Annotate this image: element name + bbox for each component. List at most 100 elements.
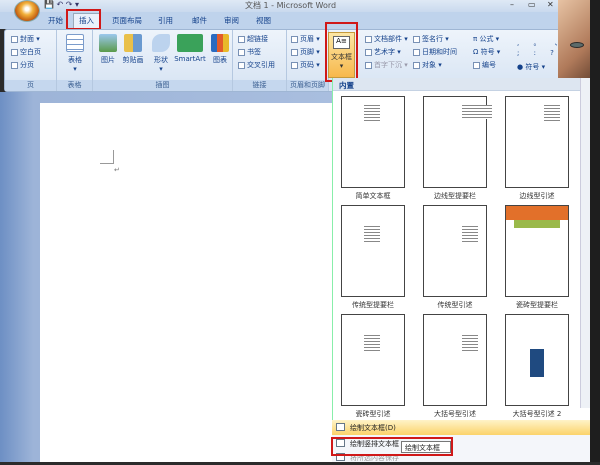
gallery-item-label: 瓷砖型引述 <box>355 410 391 418</box>
drop-cap-icon <box>365 61 372 69</box>
page-number-button[interactable]: 页码 ▾ <box>291 60 320 70</box>
wordart-icon <box>365 48 372 56</box>
margin-corner-mark <box>100 150 114 164</box>
group-illustrations: 图片 剪贴画 形状 ▾ SmartArt 图表 插图 <box>93 30 233 91</box>
gallery-item-thumbnail[interactable] <box>423 96 492 188</box>
group-pages: 封面 ▾ 空白页 分页 页 <box>5 30 57 91</box>
document-page[interactable] <box>40 103 332 462</box>
gallery-item-thumbnail[interactable] <box>423 314 487 406</box>
gallery-item-label: 大括号型引述 <box>434 410 476 418</box>
table-button[interactable]: 表格 ▾ <box>63 34 87 73</box>
screen-edge <box>590 0 600 462</box>
signature-line-button[interactable]: 签名行 ▾ <box>413 34 449 44</box>
gallery-item-label: 传统型引述 <box>437 301 473 309</box>
tab-home[interactable]: 开始 <box>48 15 63 26</box>
gallery-item-thumbnail[interactable] <box>505 314 569 406</box>
gallery-item-label: 边线型引述 <box>519 192 555 200</box>
footer-icon <box>291 48 298 56</box>
symbol-button[interactable]: Ω 符号 ▾ <box>473 47 500 57</box>
tooltip: 绘制文本框 <box>401 441 451 453</box>
gallery-item-label: 边线型提要栏 <box>434 192 476 200</box>
picture-icon <box>99 34 117 52</box>
group-links: 超链接 书签 交叉引用 链接 <box>233 30 287 91</box>
gallery-item-label: 传统型提要栏 <box>352 301 394 309</box>
numbering-icon <box>473 61 480 69</box>
gallery-header: 内置 <box>333 78 590 91</box>
cross-reference-icon <box>238 61 245 69</box>
page-break-icon <box>11 61 18 69</box>
tab-review[interactable]: 审阅 <box>224 15 239 26</box>
clipart-icon <box>124 34 142 52</box>
table-icon <box>66 34 84 52</box>
page-break-button[interactable]: 分页 <box>11 60 34 70</box>
drop-cap-button[interactable]: 首字下沉 ▾ <box>365 60 408 70</box>
hyperlink-button[interactable]: 超链接 <box>238 34 268 44</box>
blank-page-icon <box>11 48 18 56</box>
cross-reference-button[interactable]: 交叉引用 <box>238 60 275 70</box>
gallery-item-thumbnail[interactable] <box>341 314 405 406</box>
draw-textbox-icon <box>336 423 345 431</box>
cover-icon <box>11 35 18 43</box>
page-number-icon <box>291 61 298 69</box>
equation-button[interactable]: π 公式 ▾ <box>473 34 499 44</box>
gallery-item-thumbnail[interactable] <box>341 205 405 297</box>
smartart-icon <box>177 34 203 52</box>
hyperlink-icon <box>238 35 245 43</box>
office-button[interactable] <box>14 0 40 22</box>
gallery-item-thumbnail[interactable] <box>505 96 569 188</box>
minimize-button[interactable]: – <box>510 0 514 9</box>
omega-icon: Ω <box>473 48 481 56</box>
picture-button[interactable]: 图片 <box>97 34 119 65</box>
header-icon <box>291 35 298 43</box>
quick-parts-button[interactable]: 文档部件 ▾ <box>365 34 408 44</box>
gallery-item-thumbnail[interactable] <box>505 205 569 297</box>
gallery-item-thumbnail[interactable] <box>423 205 487 297</box>
paragraph-mark: ↵ <box>114 166 120 174</box>
group-label: 链接 <box>233 80 286 91</box>
tab-page-layout[interactable]: 页面布局 <box>112 15 142 26</box>
gallery-item-thumbnail[interactable] <box>341 96 405 188</box>
bookmark-icon <box>238 48 245 56</box>
tab-mailings[interactable]: 邮件 <box>192 15 207 26</box>
textbox-highlight <box>325 22 358 82</box>
group-label: 页 <box>5 80 56 91</box>
chart-icon <box>211 34 229 52</box>
numbering-button[interactable]: 编号 <box>473 60 496 70</box>
insert-tab-highlight <box>66 9 101 30</box>
special-symbol-button[interactable]: ● 符号 ▾ <box>517 62 545 72</box>
gallery-item-label: 瓷砖型提要栏 <box>516 301 558 309</box>
group-label: 表格 <box>57 80 92 91</box>
object-button[interactable]: 对象 ▾ <box>413 60 442 70</box>
quick-parts-icon <box>365 35 372 43</box>
date-time-icon <box>413 48 420 56</box>
wordart-button[interactable]: 艺术字 ▾ <box>365 47 401 57</box>
group-header-footer: 页眉 ▾ 页脚 ▾ 页码 ▾ 页眉和页脚 <box>287 30 329 91</box>
gallery-item-label: 简单文本框 <box>355 192 391 200</box>
close-button[interactable]: ✕ <box>547 0 554 9</box>
bookmark-button[interactable]: 书签 <box>238 47 261 57</box>
group-label: 插图 <box>93 80 232 91</box>
group-label: 页眉和页脚 <box>287 80 328 91</box>
chart-button[interactable]: 图表 <box>209 34 231 65</box>
maximize-button[interactable]: ▭ <box>528 0 536 9</box>
signature-icon <box>413 35 420 43</box>
shapes-button[interactable]: 形状 ▾ <box>149 34 173 73</box>
tab-view[interactable]: 视图 <box>256 15 271 26</box>
cover-page-button[interactable]: 封面 ▾ <box>11 34 40 44</box>
punctuation-grid-2[interactable]: ; : ? <box>517 49 560 57</box>
shapes-icon <box>152 34 170 52</box>
footer-button[interactable]: 页脚 ▾ <box>291 47 320 57</box>
tab-references[interactable]: 引用 <box>158 15 173 26</box>
gallery-scrollbar[interactable] <box>580 78 590 408</box>
header-button[interactable]: 页眉 ▾ <box>291 34 320 44</box>
window-title: 文档 1 - Microsoft Word <box>245 1 337 10</box>
quick-access-toolbar[interactable]: 💾 ↶ ↷ ▾ <box>44 0 79 9</box>
blank-page-button[interactable]: 空白页 <box>11 47 41 57</box>
textbox-gallery: 内置 简单文本框 边线型提要栏 边线型引述传统型提要栏 传统型引述 瓷砖型提要栏瓷砖型引… <box>332 78 590 462</box>
smartart-button[interactable]: SmartArt <box>173 34 207 63</box>
gallery-item-label: 大括号型引述 2 <box>512 410 562 418</box>
menu-draw-textbox[interactable]: 绘制文本框(D) <box>332 420 590 435</box>
clipart-button[interactable]: 剪贴画 <box>119 34 147 65</box>
date-time-button[interactable]: 日期和时间 <box>413 47 457 57</box>
object-icon <box>413 61 420 69</box>
